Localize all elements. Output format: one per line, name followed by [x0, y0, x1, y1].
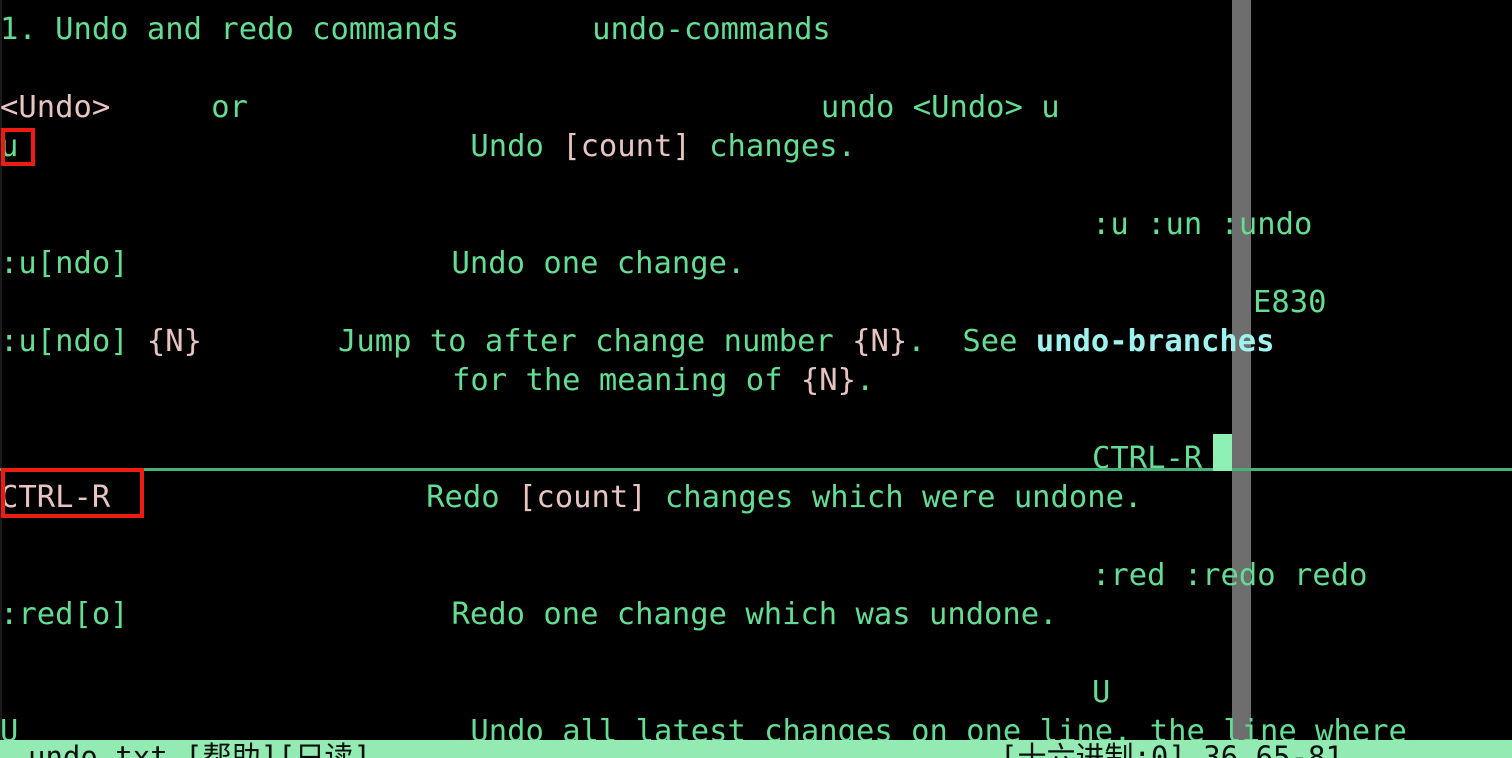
undo-n-desc-prefix: Jump to after change number [338, 324, 853, 359]
undo-n-desc-arg: {N} [852, 324, 908, 359]
text-layer: 1. Undo and redo commands undo-commands <… [0, 0, 1512, 758]
text-cursor [1213, 434, 1232, 471]
link-undo-branches[interactable]: undo-branches [1036, 322, 1275, 362]
tag-U[interactable]: U [1092, 673, 1110, 713]
u-desc-count: [count] [562, 129, 691, 164]
tag-undo-ex-group[interactable]: :u :un :undo [1092, 205, 1312, 245]
command-undo-ex: :u[ndo] [0, 246, 129, 281]
or-word: or [211, 90, 248, 125]
blank-row-2 [0, 166, 1512, 206]
blank-row-3 [0, 400, 1512, 440]
undo-tag-row: <Undo> or undo <Undo> u [0, 88, 1512, 128]
tag-redo-group[interactable]: :red :redo redo [1092, 556, 1367, 596]
undo-ex-command-row: :u[ndo] Undo one change. [0, 244, 1512, 284]
key-undo-special: <Undo> [0, 90, 111, 125]
ctrlr-desc-prefix: Redo [426, 480, 519, 515]
undo-n-continuation-row: for the meaning of {N}. [0, 361, 1512, 401]
page-title: 1. Undo and redo commands [0, 12, 460, 47]
command-undo-n-arg: {N} [146, 324, 202, 359]
command-undo-n-prefix: :u[ndo] [0, 324, 147, 359]
redo-command-row: :red[o] Redo one change which was undone. [0, 595, 1512, 635]
undo-n-cont-prefix: for the meaning of [452, 363, 801, 398]
e830-tag-row: E830 [0, 283, 1512, 323]
tag-ctrl-r[interactable]: CTRL-R [1092, 439, 1202, 479]
u-upper-tag-row: U [0, 673, 1512, 713]
blank-row-4 [0, 517, 1512, 557]
undo-n-desc-mid: . See [907, 324, 1036, 359]
blank-row-1 [0, 49, 1512, 89]
command-redo-ex: :red[o] [0, 597, 129, 632]
undo-n-cont-suffix: . [855, 363, 875, 398]
ctrlr-tag-row: CTRL-R [0, 439, 1512, 479]
undo-n-command-row: :u[ndo] {N} Jump to after change number {… [0, 322, 1512, 362]
cursorline-underline [0, 468, 1512, 471]
help-heading-row: 1. Undo and redo commands undo-commands [0, 10, 1512, 50]
ctrlr-desc-suffix: changes which were undone. [646, 480, 1143, 515]
command-u: u [0, 129, 19, 164]
blank-row-5 [0, 634, 1512, 674]
status-line: undo.txt [帮助][只读] [十六进制:0] 36,65-81 [0, 740, 1512, 758]
u-command-row: u Undo [count] changes. [0, 127, 1512, 167]
u-desc-prefix: Undo [470, 129, 563, 164]
terminal-screen: 1. Undo and redo commands undo-commands <… [0, 0, 1512, 758]
redo-desc: Redo one change which was undone. [451, 597, 1058, 632]
u-desc-suffix: changes. [690, 129, 857, 164]
status-right: [十六进制:0] 36,65-81 [1000, 740, 1343, 758]
tag-e830[interactable]: E830 [1253, 283, 1326, 323]
redo-tags-row: :red :redo redo [0, 556, 1512, 596]
ctrlr-desc-count: [count] [518, 480, 647, 515]
tag-undo-commands[interactable]: undo-commands [592, 10, 831, 50]
ctrlr-command-row: CTRL-R Redo [count] changes which were un… [0, 478, 1512, 518]
status-left: undo.txt [帮助][只读] [28, 740, 371, 758]
undo-ex-desc: Undo one change. [451, 246, 746, 281]
undo-n-cont-arg: {N} [800, 363, 856, 398]
command-ctrl-r: CTRL-R [0, 480, 111, 515]
tag-undo-group[interactable]: undo <Undo> u [821, 88, 1060, 128]
undo-ex-tags-row: :u :un :undo [0, 205, 1512, 245]
